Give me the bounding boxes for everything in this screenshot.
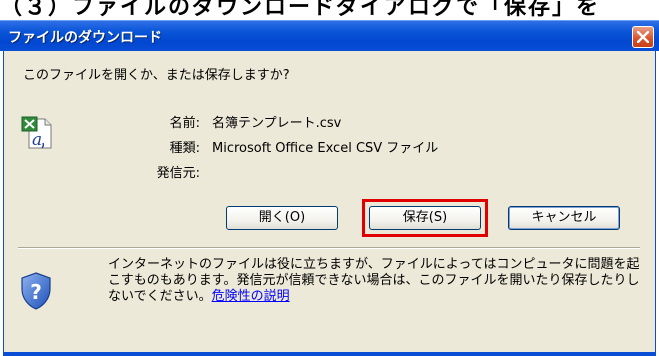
separator: [18, 247, 640, 249]
top-caption: （３）ファイルのダウンロードダイアログで「保存」を: [0, 0, 601, 20]
file-name-value: 名簿テンプレート.csv: [212, 116, 342, 131]
open-button[interactable]: 開く(O): [226, 206, 338, 230]
save-button[interactable]: 保存(S): [369, 206, 481, 230]
svg-text:?: ?: [30, 280, 42, 304]
question-text: このファイルを開くか、または保存しますか?: [23, 68, 290, 83]
name-label: 名前:: [169, 116, 200, 131]
window-title: ファイルのダウンロード: [8, 30, 162, 46]
close-x-icon: [637, 31, 649, 43]
warning-text: インターネットのファイルは役に立ちますが、ファイルによってはコンピュータに問題を…: [108, 257, 640, 304]
risk-explanation-link[interactable]: 危険性の説明: [212, 289, 290, 304]
type-label: 種類:: [169, 141, 200, 156]
window-bottom-border: [3, 352, 656, 356]
close-button[interactable]: [632, 26, 654, 48]
svg-text:a: a: [32, 130, 42, 150]
warning-message: インターネットのファイルは役に立ちますが、ファイルによってはコンピュータに問題を…: [108, 257, 648, 305]
from-label: 発信元:: [156, 166, 200, 181]
cancel-button[interactable]: キャンセル: [508, 206, 620, 230]
title-bar: ファイルのダウンロード: [0, 20, 659, 51]
security-shield-icon: ?: [21, 272, 51, 310]
top-caption-strip: （３）ファイルのダウンロードダイアログで「保存」を: [0, 0, 659, 20]
file-type-value: Microsoft Office Excel CSV ファイル: [212, 141, 439, 156]
dialog-body: このファイルを開くか、または保存しますか? a 名前: 名簿テンプレート.csv…: [3, 51, 656, 356]
excel-csv-file-icon: a: [21, 116, 52, 150]
